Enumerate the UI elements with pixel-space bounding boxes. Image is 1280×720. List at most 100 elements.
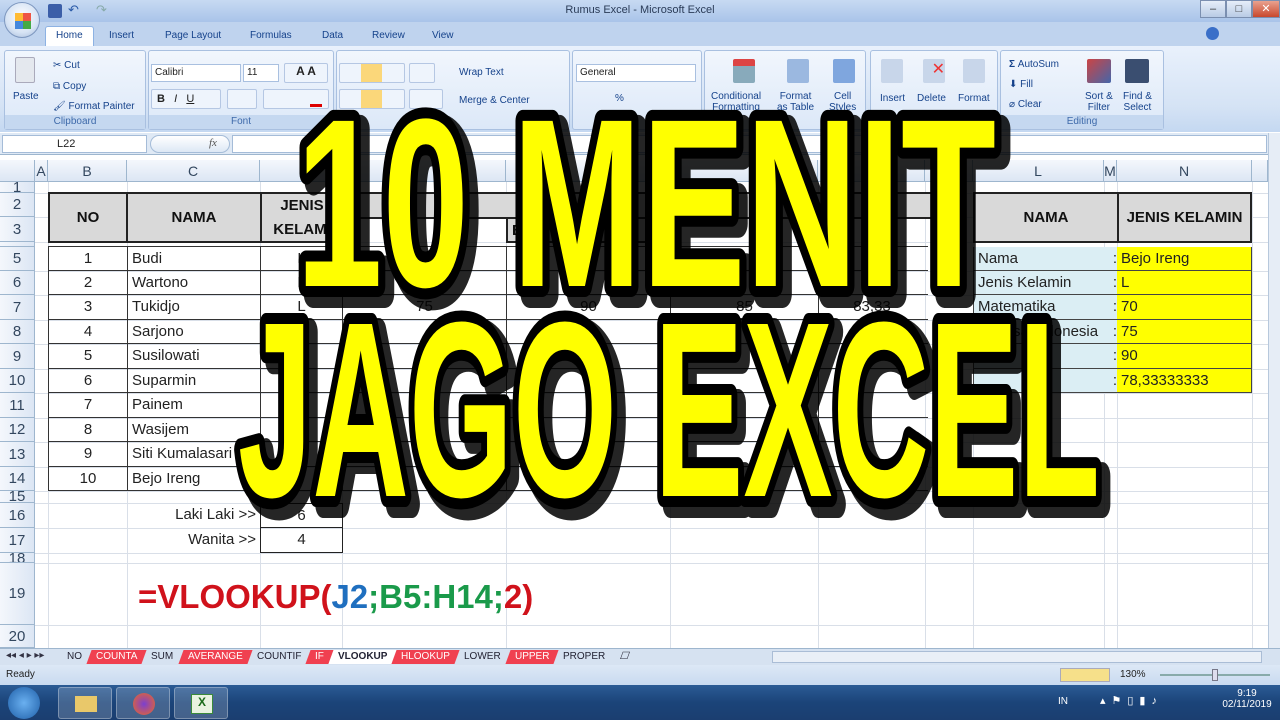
cell-nilai-2[interactable] — [506, 369, 670, 393]
cell-no[interactable]: 2 — [48, 271, 127, 295]
column-header[interactable]: L — [973, 160, 1104, 182]
sheet-tab[interactable]: AVERANGE — [178, 650, 253, 664]
cell-nama[interactable]: Susilowati — [127, 344, 260, 369]
sheet-tab[interactable]: UPPER — [505, 650, 559, 664]
cut-button[interactable]: ✂ Cut — [53, 60, 80, 71]
lookup-value[interactable]: Bejo Ireng — [1117, 247, 1252, 271]
excel-taskbar-icon[interactable]: X — [174, 687, 228, 719]
cell-rata-rata[interactable] — [818, 393, 925, 418]
cell-jenis-kelamin[interactable] — [260, 393, 342, 418]
cell-nilai-3[interactable] — [670, 320, 818, 344]
row-header[interactable]: 14 — [0, 467, 35, 491]
orientation-button[interactable] — [409, 63, 435, 83]
cell-nama[interactable]: Suparmin — [127, 369, 260, 393]
cell-rata-rata[interactable] — [818, 320, 925, 344]
cell-no[interactable]: 1 — [48, 247, 127, 271]
copy-button[interactable]: ⧉ Copy — [53, 81, 86, 92]
cell-jenis-kelamin[interactable]: L — [260, 271, 342, 295]
row-header[interactable] — [0, 242, 35, 247]
grow-shrink-font-button[interactable]: A A — [284, 63, 328, 83]
cell-nilai-2[interactable] — [506, 393, 670, 418]
row-header[interactable]: 13 — [0, 442, 35, 467]
cell-nilai-1[interactable] — [342, 344, 506, 369]
sheet-tab[interactable]: COUNTIF — [247, 650, 311, 664]
row-header[interactable]: 12 — [0, 418, 35, 442]
cell-no[interactable]: 10 — [48, 467, 127, 491]
tray-icons[interactable]: ▴⚑▯▮♪ — [1100, 694, 1163, 707]
cell-no[interactable]: 9 — [48, 442, 127, 467]
cell-nilai-3[interactable] — [670, 271, 818, 295]
cell-nilai-1[interactable]: 75 — [342, 295, 506, 320]
cell-no[interactable]: 6 — [48, 369, 127, 393]
cell-nama[interactable]: Siti Kumalasari — [127, 442, 260, 467]
row-header[interactable]: 19 — [0, 563, 35, 625]
cell-no[interactable]: 4 — [48, 320, 127, 344]
cell-rata-rata[interactable] — [818, 418, 925, 442]
cell-jenis-kelamin[interactable] — [260, 320, 342, 344]
spreadsheet-grid[interactable]: A B C L M N 1 2 3 5 6 7 8 9 10 11 12 13 14 15 16 17 18 19 20 NO NA… — [0, 160, 1268, 648]
close-button[interactable]: ✕ — [1252, 0, 1280, 18]
row-header[interactable]: 2 — [0, 193, 35, 217]
cell-nilai-1[interactable] — [342, 247, 506, 271]
firefox-taskbar-icon[interactable] — [116, 687, 170, 719]
cell-nilai-1[interactable] — [342, 320, 506, 344]
paste-button[interactable]: Paste — [13, 91, 39, 102]
minimize-button[interactable]: – — [1200, 0, 1226, 18]
cell-nilai-3[interactable] — [670, 369, 818, 393]
format-button[interactable]: Format — [958, 93, 990, 104]
italic-button[interactable]: I — [174, 93, 177, 105]
row-header[interactable]: 18 — [0, 553, 35, 563]
start-button[interactable] — [8, 687, 40, 719]
cell-nilai-1[interactable] — [342, 442, 506, 467]
row-header[interactable]: 16 — [0, 503, 35, 528]
row-header[interactable]: 5 — [0, 247, 35, 271]
zoom-slider-thumb[interactable] — [1212, 669, 1218, 681]
tab-review[interactable]: Review — [362, 27, 415, 46]
column-header[interactable] — [342, 160, 506, 182]
cell-jenis-kelamin[interactable] — [260, 442, 342, 467]
view-buttons[interactable] — [1060, 668, 1110, 682]
autosum-button[interactable]: Σ AutoSum — [1009, 59, 1059, 70]
tab-home[interactable]: Home — [45, 26, 94, 46]
cell-rata-rata[interactable] — [818, 442, 925, 467]
clock[interactable]: 9:19 02/11/2019 — [1222, 688, 1272, 710]
cell-nilai-1[interactable] — [342, 369, 506, 393]
cell-nilai-3[interactable] — [670, 344, 818, 369]
column-header[interactable] — [818, 160, 925, 182]
font-name-select[interactable]: Calibri — [151, 64, 241, 82]
column-header[interactable]: M — [1104, 160, 1117, 182]
undo-icon[interactable]: ↶ — [68, 3, 82, 18]
insert-sheet-button[interactable]: ☐ — [610, 650, 638, 664]
column-header[interactable] — [670, 160, 818, 182]
tab-formulas[interactable]: Formulas — [240, 27, 302, 46]
insert-button[interactable]: Insert — [880, 93, 905, 104]
lookup-value[interactable]: 70 — [1117, 295, 1252, 320]
lookup-value[interactable]: 78,33333333 — [1117, 369, 1252, 393]
delete-button[interactable]: Delete — [917, 93, 946, 104]
cell-rata-rata[interactable] — [818, 467, 925, 491]
cell-nama[interactable]: Wasijem — [127, 418, 260, 442]
lookup-value[interactable]: L — [1117, 271, 1252, 295]
cell-no[interactable]: 5 — [48, 344, 127, 369]
maximize-button[interactable]: □ — [1226, 0, 1252, 18]
horizontal-align-buttons[interactable] — [339, 89, 405, 109]
column-header[interactable]: B — [48, 160, 127, 182]
cell-styles-button[interactable]: Cell Styles — [829, 91, 856, 113]
name-box[interactable]: L22 — [2, 135, 147, 153]
cell-nama[interactable]: Budi — [127, 247, 260, 271]
vertical-align-buttons[interactable] — [339, 63, 405, 83]
row-header[interactable]: 10 — [0, 369, 35, 393]
cell-nilai-2[interactable] — [506, 442, 670, 467]
cell-jenis-kelamin[interactable]: L — [260, 295, 342, 320]
sheet-tab[interactable]: HLOOKUP — [391, 650, 460, 664]
cell-nilai-3[interactable] — [670, 467, 818, 491]
cell-nama[interactable]: Tukidjo — [127, 295, 260, 320]
cell-nama[interactable]: Painem — [127, 393, 260, 418]
sheet-tab[interactable]: LOWER — [455, 650, 511, 664]
bold-button[interactable]: B — [157, 93, 165, 105]
cell-nama[interactable]: Wartono — [127, 271, 260, 295]
cell-no[interactable]: 8 — [48, 418, 127, 442]
borders-button[interactable] — [227, 89, 257, 109]
cell-nilai-2[interactable] — [506, 467, 670, 491]
cell-no[interactable]: 3 — [48, 295, 127, 320]
